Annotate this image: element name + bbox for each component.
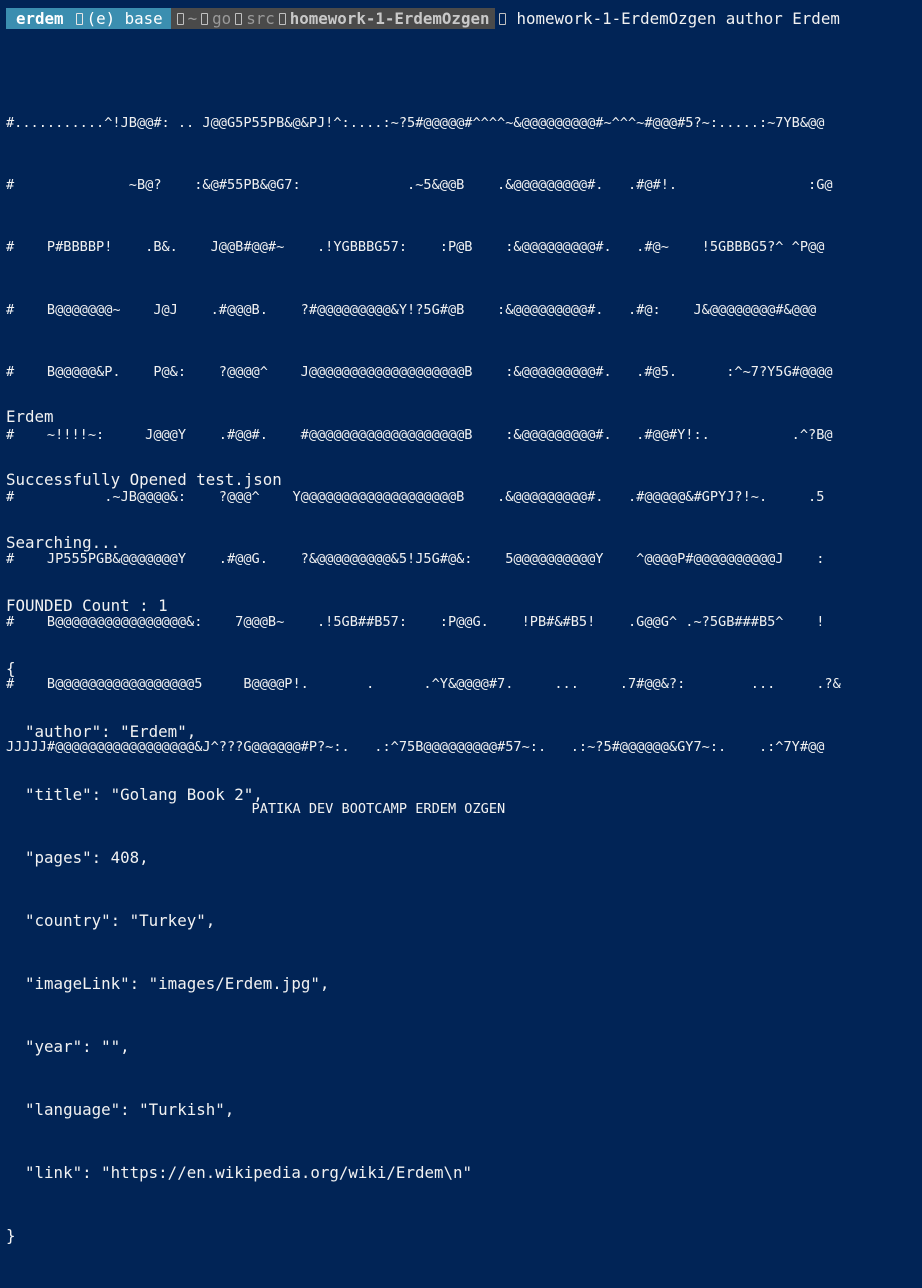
powerline-glyph-icon bbox=[499, 12, 507, 25]
json-line: } bbox=[6, 1226, 16, 1245]
prompt-env-segment: (e) base bbox=[71, 8, 171, 29]
program-output: Erdem Successfully Opened test.json Sear… bbox=[6, 364, 472, 1288]
output-line: FOUNDED Count : 1 bbox=[6, 596, 168, 615]
prompt-separator-icon bbox=[176, 12, 184, 25]
json-line: "author": "Erdem", bbox=[6, 722, 197, 741]
prompt-user: erdem bbox=[6, 8, 72, 29]
ascii-art-line: # B@@@@@@@~ J@J .#@@@B. ?#@@@@@@@@@&Y!?5… bbox=[6, 301, 817, 318]
prompt-path-segment: ~ go src homework-1-ErdemOzgen bbox=[170, 8, 496, 29]
prompt-separator-icon bbox=[75, 12, 83, 25]
json-line: "imageLink": "images/Erdem.jpg", bbox=[6, 974, 330, 993]
prompt-path-current: homework-1-ErdemOzgen bbox=[289, 9, 490, 28]
folder-separator-icon bbox=[235, 12, 243, 25]
output-line: Erdem bbox=[6, 407, 54, 426]
output-line: Successfully Opened test.json bbox=[6, 470, 282, 489]
json-line: "title": "Golang Book 2", bbox=[6, 785, 263, 804]
ascii-art-line: # ~B@? :&@#55PB&@G7: .~5&@@B .&@@@@@@@@@… bbox=[6, 176, 833, 193]
ascii-art-line: #...........^!JB@@#: .. J@@G5P55PB&@&PJ!… bbox=[6, 114, 825, 131]
prompt-path-go: go bbox=[212, 9, 232, 28]
prompt-path-src: src bbox=[246, 9, 275, 28]
json-line: "pages": 408, bbox=[6, 848, 149, 867]
json-line: "language": "Turkish", bbox=[6, 1100, 235, 1119]
folder-separator-icon bbox=[278, 12, 286, 25]
json-line: "year": "", bbox=[6, 1037, 130, 1056]
shell-prompt: erdem (e) base ~ go src homework-1-ErdemOzgen… bbox=[6, 8, 840, 29]
json-line: "link": "https://en.wikipedia.org/wiki/E… bbox=[6, 1163, 473, 1182]
prompt-conda-env: (e) base bbox=[86, 9, 163, 28]
json-line: { bbox=[6, 659, 16, 678]
terminal-window[interactable]: erdem (e) base ~ go src homework-1-ErdemOzgen… bbox=[0, 0, 922, 1245]
json-line: "country": "Turkey", bbox=[6, 911, 216, 930]
typed-command[interactable]: homework-1-ErdemOzgen author Erdem bbox=[512, 8, 839, 29]
folder-separator-icon bbox=[201, 12, 209, 25]
output-line: Searching... bbox=[6, 533, 121, 552]
prompt-path-home: ~ bbox=[187, 9, 198, 28]
ascii-art-line: # P#BBBBP! .B&. J@@B#@@#~ .!YGBBBG57: :P… bbox=[6, 239, 825, 256]
